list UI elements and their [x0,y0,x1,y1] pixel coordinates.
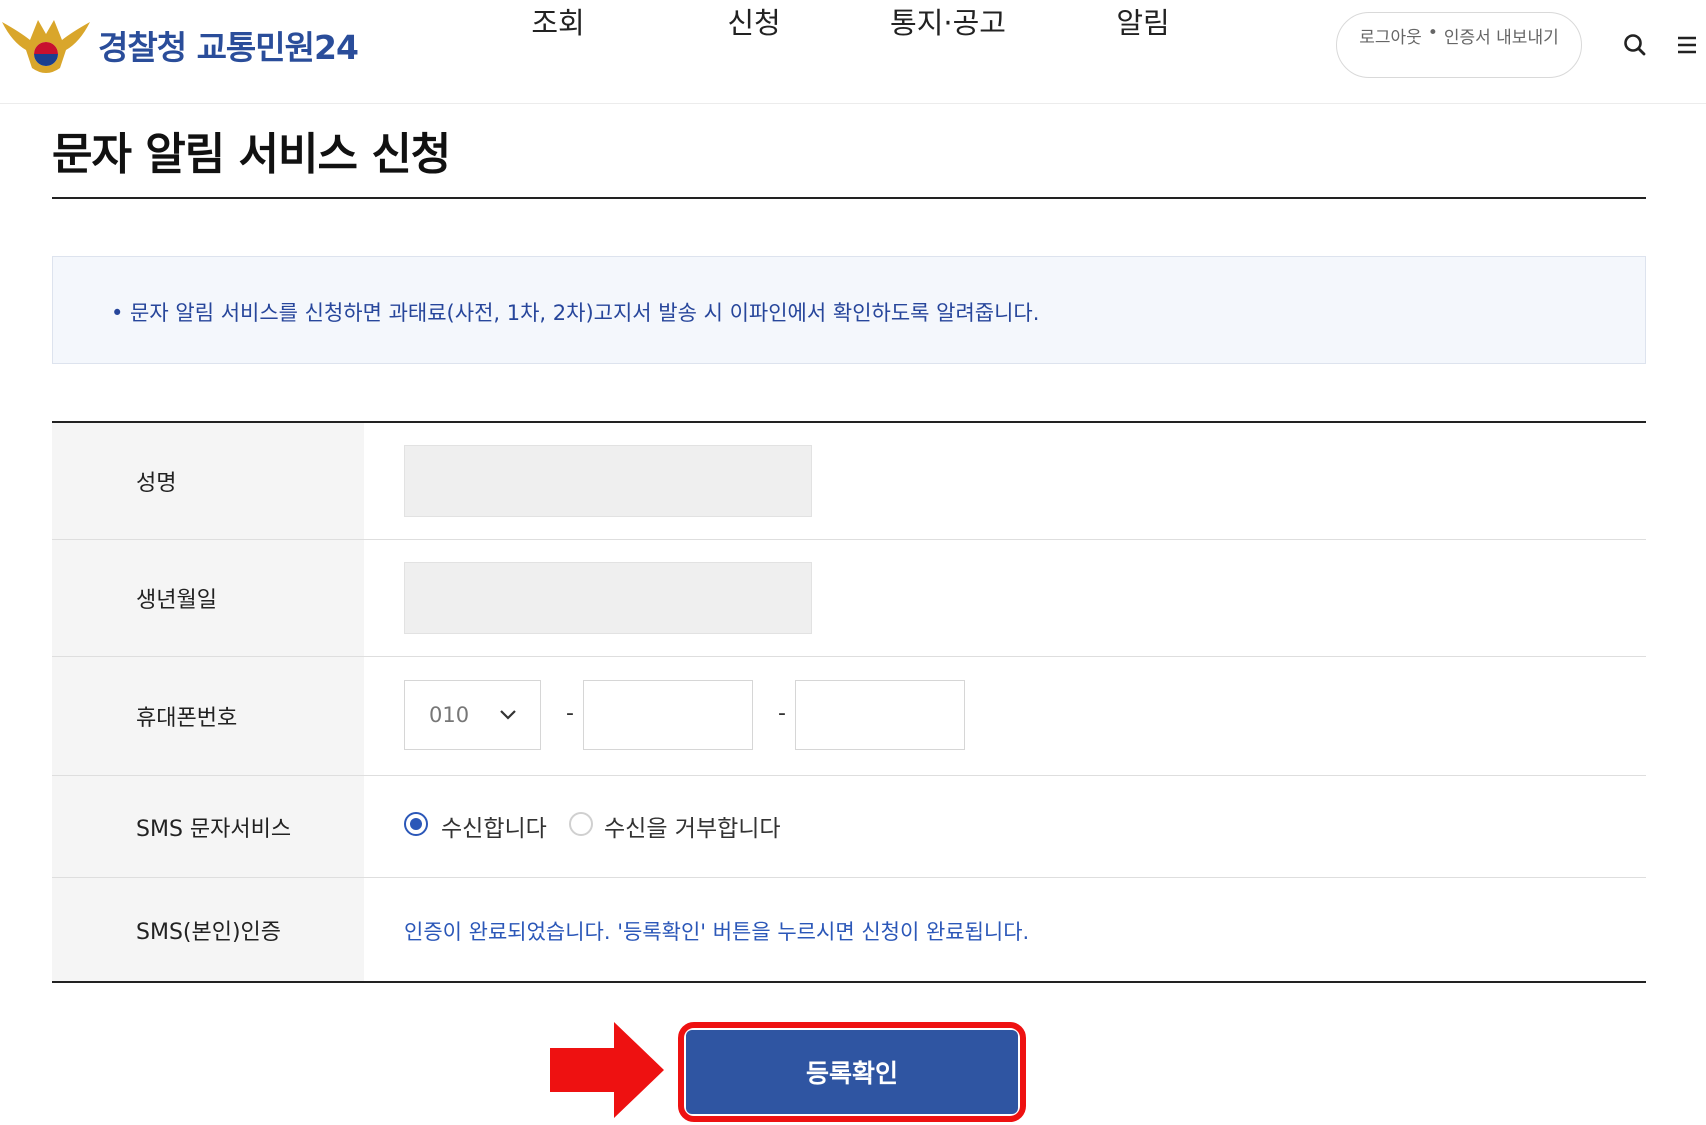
title-divider [52,197,1646,199]
form-row-name: 성명 [52,423,1646,540]
phone-separator: - [778,701,786,726]
nav-notice[interactable]: 통지·공고 [890,0,1006,42]
notice-text: • 문자 알림 서비스를 신청하면 과태료(사전, 1차, 2차)고지서 발송 … [111,301,1040,325]
phone-separator: - [566,701,574,726]
site-header: 경찰청 교통민원24 조회 신청 통지·공고 알림 로그아웃 • 인증서 내보내… [0,0,1706,104]
radio-receive-label[interactable]: 수신합니다 [441,809,547,843]
logout-link[interactable]: 로그아웃 [1359,23,1422,77]
info-notice-box: • 문자 알림 서비스를 신청하면 과태료(사전, 1차, 2차)고지서 발송 … [52,256,1646,364]
form-row-phone: 휴대폰번호 010 - - [52,657,1646,776]
red-arrow-pointer-icon [550,1022,664,1118]
nav-application[interactable]: 신청 [727,0,780,42]
form-row-sms-auth: SMS(본인)인증 인증이 완료되었습니다. '등록확인' 버튼을 누르시면 신… [52,878,1646,981]
account-menu: 로그아웃 • 인증서 내보내기 [1336,12,1582,78]
page-title: 문자 알림 서비스 신청 [52,129,451,180]
police-emblem-icon [2,20,90,73]
phone-label: 휴대폰번호 [52,657,364,775]
export-cert-link[interactable]: 인증서 내보내기 [1444,23,1559,77]
phone-middle-input[interactable] [583,680,753,750]
phone-prefix-select[interactable]: 010 [404,680,541,750]
form-row-sms-service: SMS 문자서비스 수신합니다 수신을 거부합니다 [52,776,1646,878]
site-logo[interactable]: 경찰청 교통민원24 [0,12,359,78]
birthdate-label: 생년월일 [52,540,364,656]
auth-complete-message: 인증이 완료되었습니다. '등록확인' 버튼을 누르시면 신청이 완료됩니다. [404,920,1030,944]
logo-text: 경찰청 교통민원24 [98,28,359,67]
form-row-birthdate: 생년월일 [52,540,1646,657]
phone-last-input[interactable] [795,680,965,750]
nav-alerts[interactable]: 알림 [1116,0,1169,42]
sms-service-label: SMS 문자서비스 [52,776,364,877]
menu-icon[interactable] [1672,30,1702,60]
name-label: 성명 [52,423,364,539]
search-icon[interactable] [1620,30,1650,60]
sms-application-form: 성명 생년월일 휴대폰번호 010 - - SMS 문자서비스 수신합니다 수신… [52,421,1646,983]
register-confirm-button[interactable]: 등록확인 [686,1030,1018,1114]
birthdate-field [404,562,812,634]
sms-auth-label: SMS(본인)인증 [52,878,364,981]
nav-inquiry[interactable]: 조회 [531,0,584,42]
phone-prefix-value: 010 [429,703,470,727]
radio-receive[interactable] [404,812,428,836]
name-field [404,445,812,517]
chevron-down-icon [500,710,516,720]
account-separator: • [1427,23,1438,43]
radio-decline-label[interactable]: 수신을 거부합니다 [604,809,781,843]
radio-decline[interactable] [569,812,593,836]
